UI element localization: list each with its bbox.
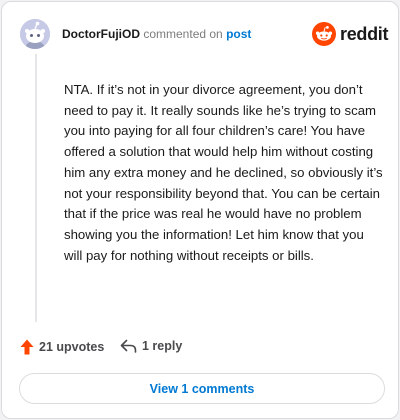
comment-header: DoctorFujiOD commented on post [62,27,251,41]
reply-count: 1 reply [142,339,183,353]
username-link[interactable]: DoctorFujiOD [62,27,140,41]
upvote-count: 21 upvotes [39,340,105,354]
upvote-arrow-icon [20,339,34,355]
avatar[interactable] [20,19,50,49]
reply-button[interactable]: 1 reply [120,339,182,353]
reddit-wordmark: reddit [340,23,389,44]
view-comments-button[interactable]: View 1 comments [19,373,385,404]
thread-line[interactable] [35,54,37,322]
action-text: commented on [143,27,223,41]
post-link[interactable]: post [226,27,251,41]
reddit-snoo-icon [312,22,336,46]
reddit-logo[interactable]: reddit [312,22,389,46]
snoo-avatar-icon [20,19,50,49]
comment-card: DoctorFujiOD commented on post reddit NT… [1,1,399,419]
reply-arrow-icon [120,339,137,353]
comment-body: NTA. If it’s not in your divorce agreeme… [64,82,383,263]
upvote-button[interactable]: 21 upvotes [20,339,104,355]
